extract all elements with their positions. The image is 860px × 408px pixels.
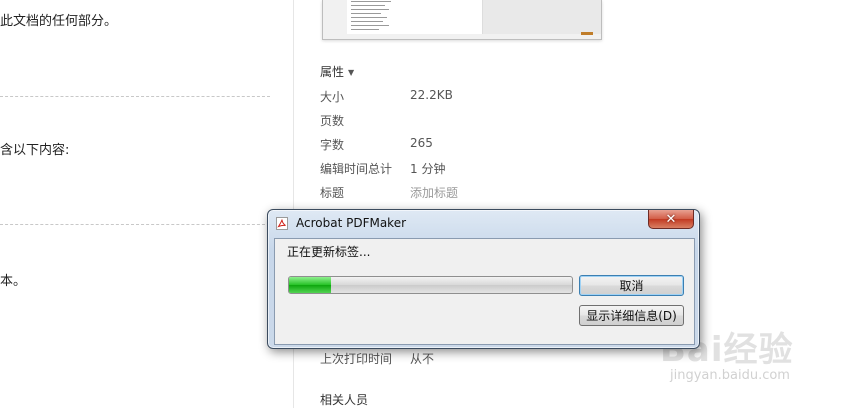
prop-label-words: 字数	[320, 138, 345, 152]
thumbnail-text-line	[351, 1, 391, 2]
acrobat-pdf-icon	[276, 217, 288, 230]
left-text-line-3: 本。	[0, 274, 27, 289]
prop-label-title: 标题	[320, 186, 345, 200]
prop-label-size: 大小	[320, 90, 345, 104]
dialog-titlebar[interactable]: Acrobat PDFMaker ✕	[268, 210, 699, 236]
left-text-line-2: 含以下内容:	[0, 143, 70, 158]
properties-header[interactable]: 属性 ▼	[320, 63, 354, 80]
prop-label-edit-time: 编辑时间总计	[320, 162, 393, 176]
prop-value-words: 265	[410, 136, 433, 150]
thumbnail-text-line	[351, 9, 389, 10]
divider	[0, 96, 270, 97]
close-button[interactable]: ✕	[648, 210, 694, 229]
progress-bar	[288, 276, 573, 294]
caret-down-icon: ▼	[348, 68, 355, 77]
related-people-header: 相关人员	[320, 393, 369, 407]
watermark-url: jingyan.baidu.com	[670, 368, 790, 383]
thumbnail-side	[483, 0, 601, 34]
thumbnail-text-line	[351, 17, 387, 18]
thumbnail-text-line	[351, 13, 381, 14]
thumbnail-marker	[581, 32, 593, 35]
prop-value-title[interactable]: 添加标题	[410, 184, 458, 201]
properties-header-label: 属性	[320, 65, 345, 79]
pdfmaker-dialog: Acrobat PDFMaker ✕ 正在更新标签... 取消 显示详细信息(D…	[267, 209, 700, 349]
document-thumbnail[interactable]	[322, 0, 602, 40]
progress-bar-fill	[289, 277, 332, 293]
thumbnail-text-line	[351, 21, 383, 22]
prop-label-last-printed: 上次打印时间	[320, 352, 393, 366]
close-icon: ✕	[665, 211, 677, 227]
prop-label-pages: 页数	[320, 114, 345, 128]
divider	[0, 224, 270, 225]
left-text-line-1: 此文档的任何部分。	[0, 14, 118, 29]
status-message: 正在更新标签...	[287, 245, 371, 259]
dialog-title: Acrobat PDFMaker	[296, 216, 407, 230]
prop-value-last-printed: 从不	[410, 352, 435, 366]
thumbnail-text-line	[351, 5, 385, 6]
cancel-button[interactable]: 取消	[579, 275, 684, 296]
prop-value-edit-time: 1 分钟	[410, 162, 446, 176]
dialog-body: 正在更新标签... 取消 显示详细信息(D)	[274, 238, 695, 345]
prop-value-size: 22.2KB	[410, 88, 453, 102]
thumbnail-text-line	[351, 25, 389, 26]
thumbnail-text-line	[351, 29, 379, 30]
show-details-button[interactable]: 显示详细信息(D)	[579, 305, 684, 326]
